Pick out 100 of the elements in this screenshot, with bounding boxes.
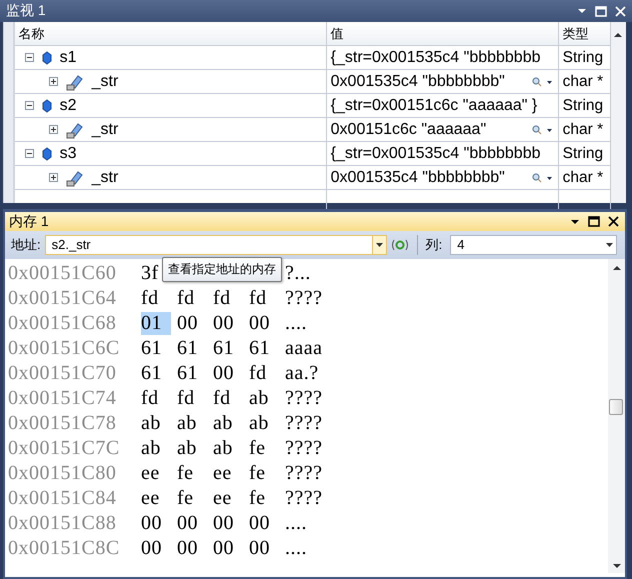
scroll-down-icon	[612, 564, 620, 569]
object-icon	[42, 50, 52, 64]
memory-byte[interactable]: 00	[213, 312, 243, 335]
memory-byte[interactable]: 61	[249, 337, 279, 360]
memory-ascii: ?...	[285, 262, 311, 285]
collapse-icon[interactable]	[24, 53, 34, 62]
expand-icon[interactable]	[48, 173, 58, 182]
memory-byte[interactable]: fd	[213, 287, 243, 310]
memory-byte[interactable]: 01	[141, 312, 171, 335]
memory-byte[interactable]: 00	[213, 537, 243, 560]
column-header[interactable]: 值	[326, 22, 559, 46]
variable-value: 0x00151c6c "aaaaaa"	[330, 120, 486, 138]
memory-byte[interactable]: ab	[213, 437, 243, 460]
memory-byte[interactable]: fd	[249, 287, 279, 310]
memory-address: 0x00151C84	[8, 487, 118, 510]
memory-address: 0x00151C7C	[8, 437, 121, 460]
memory-byte[interactable]: 00	[213, 362, 243, 385]
magnifier-dropdown-icon	[532, 172, 554, 182]
memory-byte[interactable]: fd	[141, 287, 171, 310]
memory-byte[interactable]: ab	[249, 387, 279, 410]
memory-byte[interactable]: 00	[177, 512, 207, 535]
memory-ascii: ????	[285, 487, 323, 510]
dropdown-icon	[376, 243, 383, 247]
memory-byte[interactable]: ee	[213, 487, 243, 510]
maximize-icon[interactable]	[588, 216, 600, 227]
memory-byte[interactable]: 61	[213, 337, 243, 360]
memory-byte[interactable]: fd	[249, 362, 279, 385]
memory-byte[interactable]: ee	[213, 462, 243, 485]
memory-address: 0x00151C78	[8, 412, 118, 435]
memory-byte[interactable]: fe	[249, 437, 279, 460]
dropdown-icon[interactable]	[570, 218, 580, 224]
memory-address: 0x00151C70	[8, 362, 118, 385]
memory-byte[interactable]: 00	[213, 512, 243, 535]
memory-byte[interactable]: ee	[141, 487, 171, 510]
variable-name: s2	[60, 96, 77, 114]
variable-name: _str	[92, 120, 118, 138]
memory-byte[interactable]: 61	[141, 362, 171, 385]
memory-byte[interactable]: fd	[177, 387, 207, 410]
columns-dropdown[interactable]: 4	[450, 235, 617, 255]
memory-byte[interactable]: ab	[177, 437, 207, 460]
memory-ascii: ....	[285, 537, 307, 560]
memory-ascii: ????	[285, 387, 323, 410]
collapse-icon[interactable]	[24, 101, 34, 110]
memory-byte[interactable]: ab	[141, 412, 171, 435]
memory-byte[interactable]: ab	[177, 412, 207, 435]
expand-icon[interactable]	[48, 77, 58, 86]
memory-ascii: ????	[285, 287, 323, 310]
memory-address: 0x00151C64	[8, 287, 118, 310]
memory-address: 0x00151C68	[8, 312, 118, 335]
variable-value: 0x001535c4 "bbbbbbbb"	[330, 72, 505, 90]
memory-byte[interactable]: ee	[141, 462, 171, 485]
memory-byte[interactable]: 00	[249, 312, 279, 335]
memory-byte[interactable]: 00	[177, 537, 207, 560]
memory-byte[interactable]: 61	[177, 362, 207, 385]
address-field[interactable]: s2._str	[44, 235, 387, 255]
memory-address: 0x00151C8C	[8, 537, 121, 560]
variable-type: String	[562, 144, 604, 162]
window-title: 监视 1	[6, 2, 47, 20]
column-header[interactable]: 类型	[558, 22, 611, 46]
memory-byte[interactable]: ab	[213, 412, 243, 435]
variable-type: char *	[562, 72, 604, 90]
scrollbar-thumb[interactable]	[609, 399, 623, 415]
memory-byte[interactable]: fe	[177, 487, 207, 510]
close-icon[interactable]	[608, 216, 619, 227]
expand-icon[interactable]	[48, 125, 58, 134]
memory-address: 0x00151C88	[8, 512, 118, 535]
variable-name: s1	[60, 48, 77, 66]
dropdown-icon	[606, 243, 613, 247]
memory-byte[interactable]: ab	[249, 412, 279, 435]
variable-name: s3	[60, 144, 77, 162]
memory-byte[interactable]: 00	[249, 537, 279, 560]
memory-ascii: aa.?	[285, 362, 319, 385]
scroll-up-icon	[612, 265, 620, 270]
memory-byte[interactable]: fd	[177, 287, 207, 310]
memory-byte[interactable]: 00	[249, 512, 279, 535]
memory-ascii: ....	[285, 312, 307, 335]
magnifier-dropdown-icon	[532, 124, 554, 134]
memory-address: 0x00151C80	[8, 462, 118, 485]
tooltip: 查看指定地址的内存	[162, 257, 282, 282]
variable-type: String	[562, 96, 604, 114]
dropdown-icon[interactable]	[577, 8, 587, 14]
memory-byte[interactable]: ab	[141, 437, 171, 460]
memory-byte[interactable]: fd	[141, 387, 171, 410]
column-header[interactable]: 名称	[14, 22, 327, 46]
memory-byte[interactable]: fe	[249, 487, 279, 510]
memory-byte[interactable]: 61	[177, 337, 207, 360]
refresh-icon	[390, 238, 409, 252]
collapse-icon[interactable]	[24, 149, 34, 158]
field-icon	[66, 72, 84, 90]
memory-ascii: ....	[285, 512, 307, 535]
variable-value: {_str=0x00151c6c "aaaaaa" }	[330, 96, 538, 114]
variable-type: char *	[562, 120, 604, 138]
memory-byte[interactable]: fe	[177, 462, 207, 485]
memory-byte[interactable]: 00	[141, 512, 171, 535]
memory-ascii: ????	[285, 437, 323, 460]
memory-byte[interactable]: 00	[141, 537, 171, 560]
memory-byte[interactable]: fd	[213, 387, 243, 410]
memory-byte[interactable]: fe	[249, 462, 279, 485]
memory-byte[interactable]: 61	[141, 337, 171, 360]
memory-byte[interactable]: 00	[177, 312, 207, 335]
